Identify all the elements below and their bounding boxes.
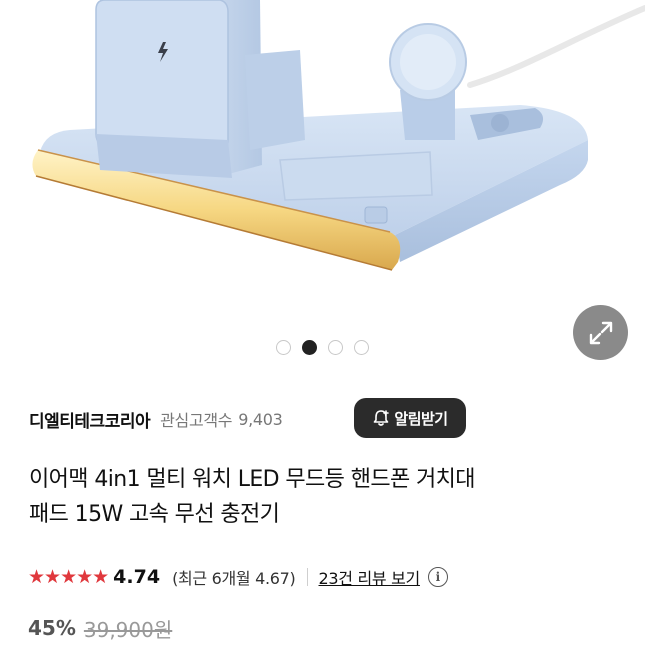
gallery-pagination	[276, 340, 369, 355]
gallery-dot-active[interactable]	[302, 340, 317, 355]
gallery-dot[interactable]	[328, 340, 343, 355]
original-price: 39,900원	[83, 617, 173, 642]
alarm-button-label: 알림받기	[394, 409, 448, 428]
gallery-dot[interactable]	[276, 340, 291, 355]
divider	[306, 568, 308, 586]
product-image[interactable]	[0, 0, 645, 332]
product-title: 이어맥 4in1 멀티 워치 LED 무드등 핸드폰 거치대 패드 15W 고속…	[29, 462, 629, 532]
followers-count: 9,403	[238, 409, 283, 429]
seller-name[interactable]: 디엘티테크코리아	[29, 407, 151, 432]
info-icon[interactable]: i	[427, 567, 448, 587]
product-title-line2: 패드 15W 고속 무선 충전기	[29, 502, 280, 527]
expand-arrows-icon	[589, 321, 612, 344]
product-title-line1: 이어맥 4in1 멀티 워치 LED 무드등 핸드폰 거치대	[29, 467, 476, 492]
rating-row: ★★★★★ 4.74 (최근 6개월 4.67) 23건 리뷰 보기 i	[28, 563, 448, 591]
discount-rate: 45%	[28, 616, 76, 640]
bell-plus-icon	[374, 410, 390, 426]
reviews-link[interactable]: 23건 리뷰 보기	[319, 565, 421, 589]
gallery-dot[interactable]	[354, 340, 369, 355]
recent-rating: (최근 6개월 4.67)	[172, 569, 296, 588]
expand-image-button[interactable]	[573, 305, 628, 360]
rating-value: 4.74	[113, 566, 161, 588]
rating-stars: ★★★★★	[28, 566, 109, 588]
seller-row: 디엘티테크코리아 관심고객수 9,403 알림받기	[29, 398, 629, 440]
alarm-subscribe-button[interactable]: 알림받기	[354, 398, 466, 438]
product-illustration	[32, 0, 645, 271]
price-row: 45% 39,900원	[28, 613, 172, 643]
followers-label: 관심고객수	[160, 411, 233, 430]
